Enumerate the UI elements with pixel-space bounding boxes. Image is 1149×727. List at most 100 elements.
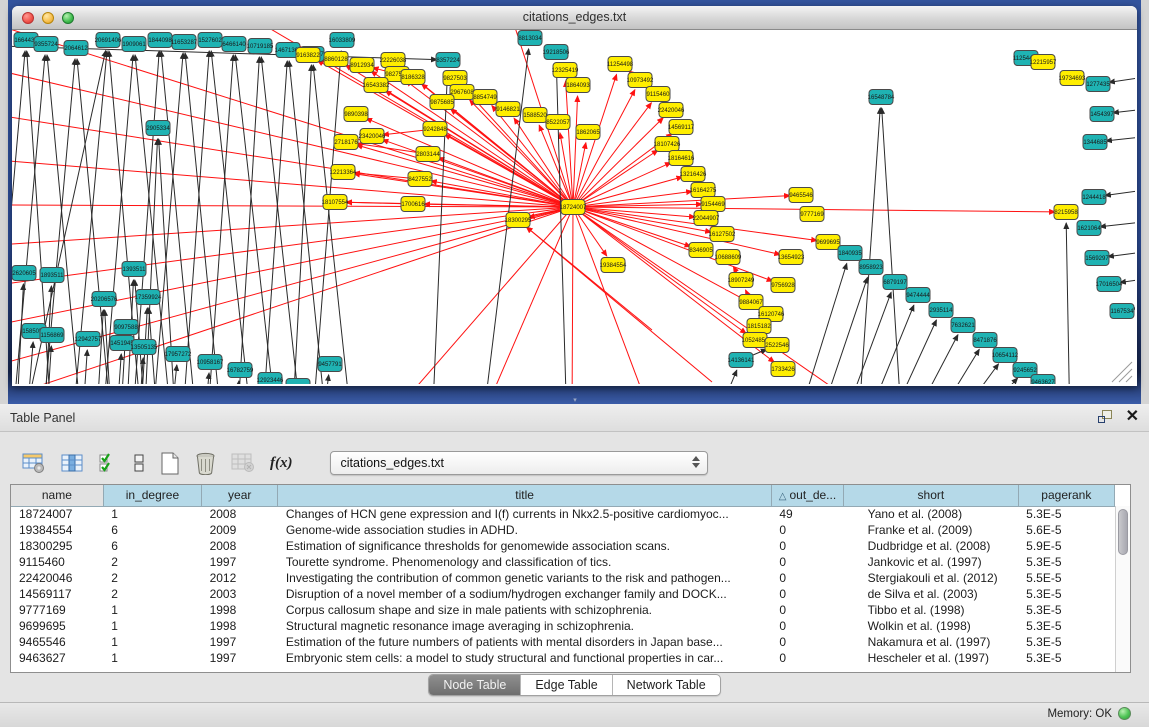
- table-row[interactable]: 946554611997Estimation of the future num…: [11, 634, 1115, 650]
- graph-node[interactable]: 9699695: [816, 235, 840, 250]
- graph-node[interactable]: 2935114: [929, 303, 953, 318]
- tab-edge-table[interactable]: Edge Table: [521, 675, 612, 695]
- graph-node[interactable]: 1156869: [40, 328, 64, 343]
- float-panel-icon[interactable]: [1098, 410, 1114, 425]
- graph-node[interactable]: 11653287: [171, 35, 198, 50]
- graph-node[interactable]: 10973492: [627, 73, 654, 88]
- graph-node[interactable]: 16543382: [363, 78, 390, 93]
- graph-node[interactable]: 1277435: [1086, 77, 1110, 92]
- graph-node[interactable]: 14569117: [668, 120, 695, 135]
- graph-node[interactable]: 8215958: [1054, 205, 1078, 220]
- graph-node[interactable]: 11254498: [607, 57, 634, 72]
- graph-node[interactable]: 16164275: [690, 183, 717, 198]
- function-builder-icon[interactable]: f(x): [270, 450, 293, 476]
- close-panel-icon[interactable]: ✕: [1126, 409, 1139, 425]
- table-row[interactable]: 977716911998Corpus callosum shape and si…: [11, 602, 1115, 618]
- graph-node[interactable]: 18107554: [322, 195, 349, 210]
- graph-node[interactable]: 1167534: [1110, 304, 1134, 319]
- column-header-title[interactable]: title: [278, 485, 772, 506]
- graph-node[interactable]: 17957272: [165, 347, 192, 362]
- graph-node[interactable]: 12942757: [75, 332, 102, 347]
- network-graph-canvas[interactable]: 1872400716644339355724206461220691406190…: [12, 30, 1135, 384]
- scrollbar-thumb[interactable]: [1118, 509, 1128, 555]
- delete-table-icon[interactable]: [231, 450, 255, 476]
- graph-node[interactable]: 14136141: [728, 353, 755, 368]
- table-row[interactable]: 2242004622012Investigating the contribut…: [11, 570, 1115, 586]
- graph-node[interactable]: 8860128: [324, 52, 348, 67]
- graph-node[interactable]: 8522057: [546, 115, 570, 130]
- table-settings-icon[interactable]: [22, 450, 46, 476]
- graph-node[interactable]: 17359924: [135, 290, 162, 305]
- graph-node[interactable]: 19734693: [1059, 71, 1086, 86]
- graph-node[interactable]: 1588520: [523, 108, 547, 123]
- column-header-name[interactable]: name: [11, 485, 103, 506]
- graph-node[interactable]: 2620605: [12, 266, 36, 281]
- network-window-titlebar[interactable]: citations_edges.txt: [12, 6, 1137, 30]
- graph-node[interactable]: 9875685: [430, 95, 454, 110]
- table-scrollbar[interactable]: [1115, 506, 1130, 672]
- table-row[interactable]: 1872400712008Changes of HCN gene express…: [11, 506, 1115, 522]
- graph-node[interactable]: 2064612: [64, 41, 88, 56]
- graph-node[interactable]: 10688609: [715, 250, 742, 265]
- graph-node[interactable]: 2718176: [334, 135, 358, 150]
- graph-node[interactable]: 20206576: [91, 292, 118, 307]
- graph-node[interactable]: 1862065: [576, 125, 600, 140]
- graph-node[interactable]: 1527602: [198, 33, 222, 48]
- graph-node[interactable]: 22226038: [380, 53, 407, 68]
- network-window[interactable]: citations_edges.txt 18724007166443393557…: [12, 6, 1137, 386]
- graph-node[interactable]: 10958167: [197, 355, 224, 370]
- graph-node[interactable]: 20691406: [95, 33, 122, 48]
- graph-node[interactable]: 8912934: [350, 58, 374, 73]
- graph-node[interactable]: 19218506: [543, 45, 570, 60]
- graph-node[interactable]: 1700616: [401, 197, 425, 212]
- graph-node[interactable]: 8186328: [401, 70, 425, 85]
- graph-node[interactable]: 8427552: [408, 172, 432, 187]
- resize-grip-icon[interactable]: [1112, 362, 1132, 382]
- table-row[interactable]: 1938455462009Genome-wide association stu…: [11, 522, 1115, 538]
- graph-node[interactable]: 8813034: [518, 31, 542, 46]
- graph-node[interactable]: 18107426: [654, 137, 681, 152]
- graph-node[interactable]: 17016504: [1096, 277, 1123, 292]
- graph-node[interactable]: 16033809: [329, 33, 356, 48]
- graph-node[interactable]: 10654112: [992, 348, 1019, 363]
- graph-node[interactable]: 1815182: [747, 319, 771, 334]
- column-header-pagerank[interactable]: pagerank: [1018, 485, 1114, 506]
- graph-node[interactable]: 9154469: [701, 197, 725, 212]
- graph-node[interactable]: 2905334: [146, 121, 170, 136]
- graph-node[interactable]: 1244418: [1082, 190, 1106, 205]
- graph-node[interactable]: 18164616: [668, 151, 695, 166]
- column-header-in_degree[interactable]: in_degree: [103, 485, 201, 506]
- graph-node[interactable]: 1344685: [1083, 135, 1107, 150]
- graph-node[interactable]: 22044907: [693, 211, 720, 226]
- graph-node[interactable]: 9756928: [771, 278, 795, 293]
- column-header-out_degree[interactable]: △out_de...: [771, 485, 843, 506]
- rows-icon[interactable]: [133, 450, 145, 476]
- graph-node[interactable]: 22420046: [658, 103, 685, 118]
- graph-node[interactable]: 1893511: [40, 268, 64, 283]
- graph-node[interactable]: 9827503: [443, 71, 467, 86]
- graph-node[interactable]: 8346905: [689, 243, 713, 258]
- graph-node[interactable]: 1733426: [771, 362, 795, 377]
- graph-node[interactable]: 9163822: [296, 48, 320, 63]
- graph-node[interactable]: 6879197: [883, 275, 907, 290]
- graph-node[interactable]: 1864093: [566, 78, 590, 93]
- graph-node[interactable]: 1844098: [148, 33, 172, 48]
- graph-node[interactable]: 9777169: [800, 207, 824, 222]
- graph-node[interactable]: 12923446: [257, 373, 284, 385]
- graph-node[interactable]: 9463627: [1031, 375, 1055, 385]
- graph-node[interactable]: 18724007: [560, 200, 587, 215]
- graph-node[interactable]: 7632621: [951, 318, 975, 333]
- graph-node[interactable]: 16548784: [868, 90, 895, 105]
- graph-node[interactable]: 9474444: [906, 288, 930, 303]
- delete-trash-icon[interactable]: [195, 450, 216, 476]
- graph-node[interactable]: 9242848: [423, 122, 447, 137]
- graph-node[interactable]: 1569297: [1085, 251, 1109, 266]
- graph-node[interactable]: 8357224: [436, 53, 460, 68]
- new-table-icon[interactable]: [160, 450, 180, 476]
- column-select-icon[interactable]: [61, 450, 83, 476]
- tab-network-table[interactable]: Network Table: [613, 675, 720, 695]
- graph-node[interactable]: 13654923: [778, 250, 805, 265]
- graph-node[interactable]: 9457791: [318, 357, 342, 372]
- graph-node[interactable]: 1454397: [1090, 107, 1114, 122]
- graph-node[interactable]: 12325419: [552, 63, 579, 78]
